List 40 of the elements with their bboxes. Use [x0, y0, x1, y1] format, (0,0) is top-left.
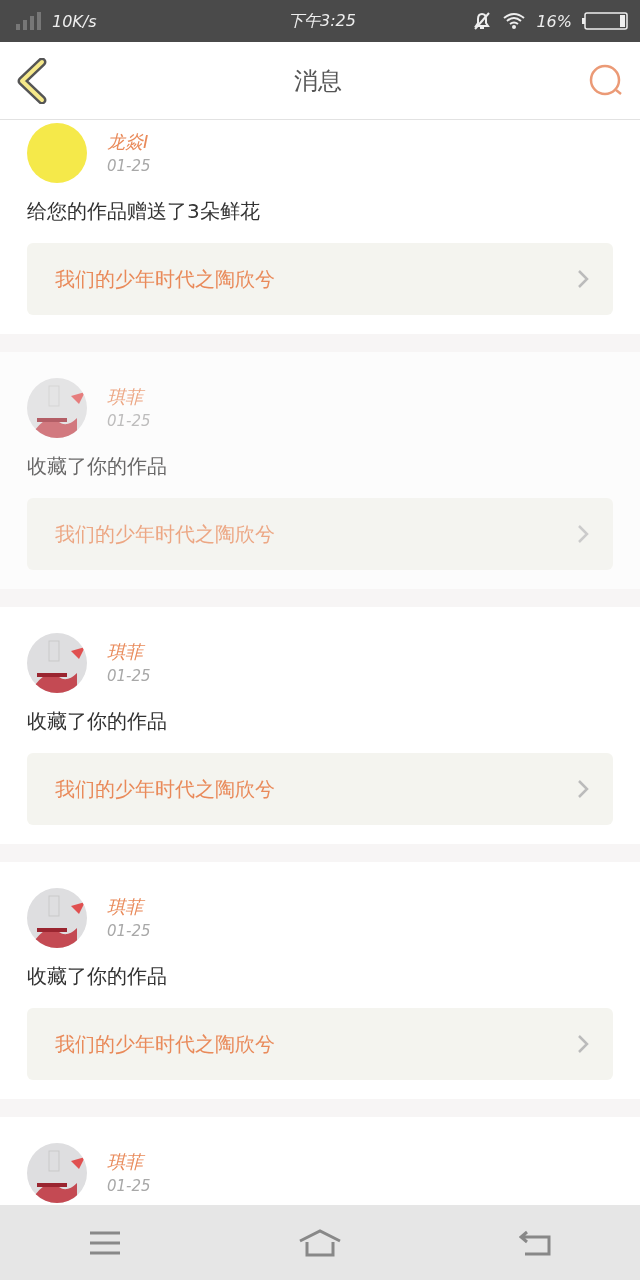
back-nav-button[interactable] — [519, 1229, 552, 1256]
message-text: 收藏了你的作品 — [27, 454, 168, 478]
message-date: 01-25 — [107, 156, 151, 175]
message-date: 01-25 — [107, 1176, 151, 1195]
home-button[interactable] — [298, 1228, 342, 1257]
chevron-icon — [577, 779, 589, 799]
user-name[interactable]: 琪菲 — [107, 641, 151, 663]
battery-icon — [582, 12, 628, 30]
work-link[interactable]: 我们的少年时代之陶欣兮 — [27, 498, 613, 570]
message-card[interactable]: 龙焱I 01-25 给您的作品赠送了3朵鲜花 我们的少年时代之陶欣兮 — [0, 120, 640, 334]
work-link[interactable]: 我们的少年时代之陶欣兮 — [27, 1008, 613, 1080]
page-title: 消息 — [294, 65, 342, 97]
user-name[interactable]: 龙焱I — [107, 131, 151, 153]
message-card[interactable]: 琪菲 01-25 收藏了你的作品 我们的少年时代之陶欣兮 — [0, 607, 640, 844]
message-text: 收藏了你的作品 — [27, 709, 168, 733]
back-button[interactable] — [16, 57, 48, 104]
work-link[interactable]: 我们的少年时代之陶欣兮 — [27, 753, 613, 825]
battery-percent: 16% — [536, 11, 572, 31]
menu-button[interactable] — [88, 1230, 121, 1255]
message-date: 01-25 — [107, 666, 151, 685]
message-card[interactable]: 琪菲 01-25 收藏了你的作品 我们的少年时代之陶欣兮 — [0, 352, 640, 589]
message-date: 01-25 — [107, 921, 151, 940]
signal-icon — [16, 12, 42, 30]
wifi-icon — [502, 12, 527, 30]
message-card[interactable]: 琪菲 01-25 — [0, 1117, 640, 1205]
network-speed: 10K/s — [52, 11, 97, 31]
user-name[interactable]: 琪菲 — [107, 386, 151, 408]
work-link[interactable]: 我们的少年时代之陶欣兮 — [27, 243, 613, 315]
chevron-icon — [577, 269, 589, 289]
message-card[interactable]: 琪菲 01-25 收藏了你的作品 我们的少年时代之陶欣兮 — [0, 862, 640, 1099]
message-date: 01-25 — [107, 411, 151, 430]
chevron-icon — [577, 524, 589, 544]
chevron-icon — [577, 1034, 589, 1054]
user-name[interactable]: 琪菲 — [107, 896, 151, 918]
clock: 下午3:25 — [288, 10, 356, 32]
muted-bell-icon — [472, 11, 493, 31]
message-text: 给您的作品赠送了3朵鲜花 — [27, 199, 261, 223]
message-text: 收藏了你的作品 — [27, 964, 168, 988]
avatar — [27, 123, 87, 183]
user-name[interactable]: 琪菲 — [107, 1151, 151, 1173]
